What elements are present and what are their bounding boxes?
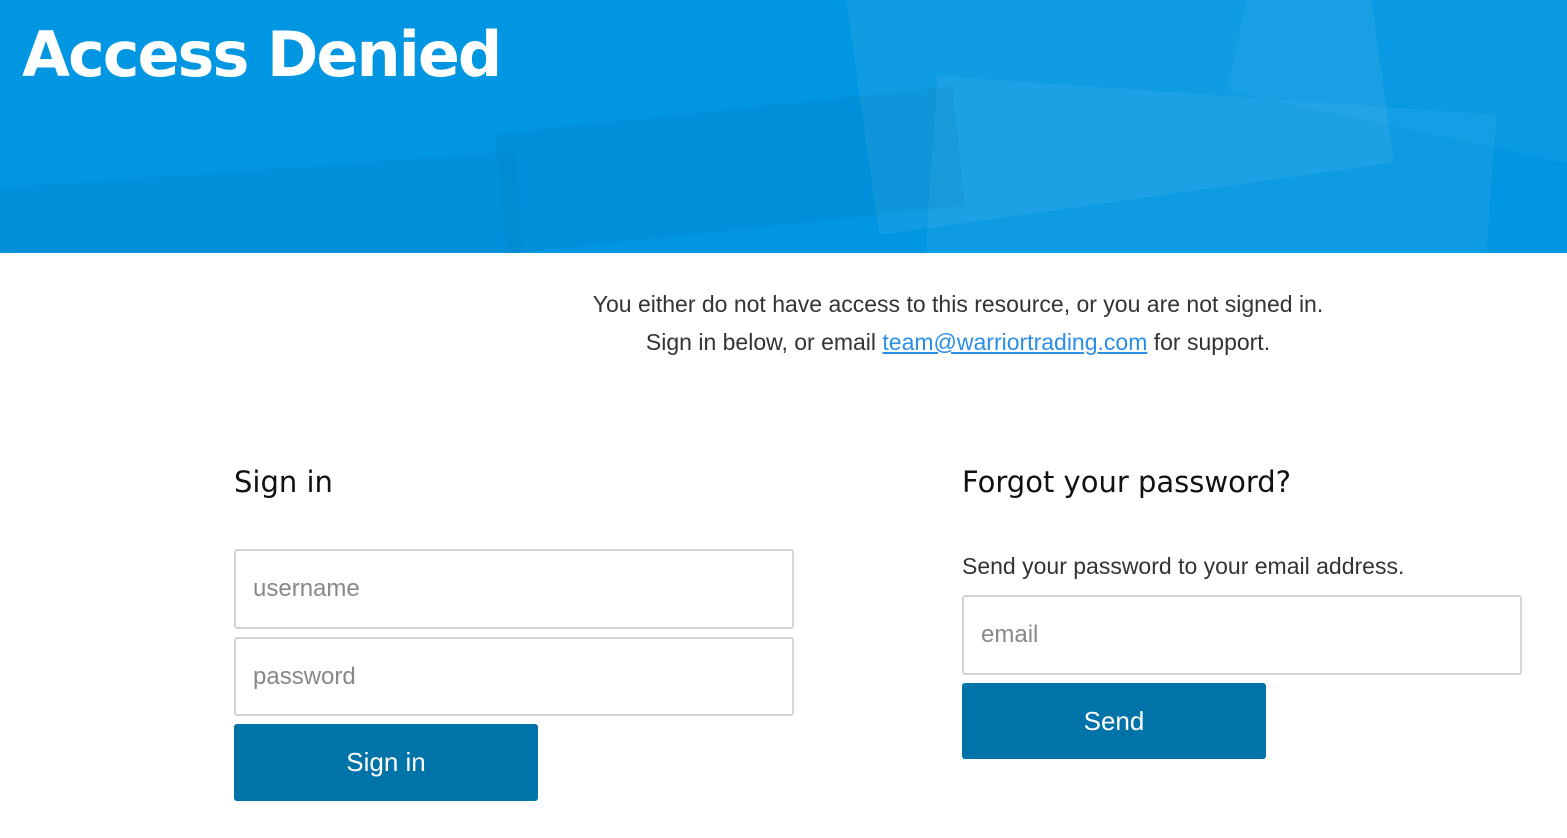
signin-button[interactable]: Sign in bbox=[234, 724, 538, 801]
password-input[interactable] bbox=[234, 637, 794, 716]
username-input[interactable] bbox=[234, 549, 794, 629]
email-input[interactable] bbox=[962, 595, 1522, 675]
page-title: Access Denied bbox=[22, 18, 502, 91]
support-email-link[interactable]: team@warriortrading.com bbox=[882, 329, 1147, 355]
signin-heading: Sign in bbox=[234, 465, 333, 499]
forgot-password-description: Send your password to your email address… bbox=[962, 553, 1405, 579]
notice-line-1: You either do not have access to this re… bbox=[592, 291, 1324, 317]
forgot-password-heading: Forgot your password? bbox=[962, 465, 1292, 499]
notice-line-2-prefix: Sign in below, or email bbox=[645, 329, 883, 355]
hero-banner: Access Denied bbox=[0, 0, 1567, 253]
hero-background-shape bbox=[0, 152, 524, 253]
send-button[interactable]: Send bbox=[962, 683, 1266, 759]
notice-line-2-suffix: for support. bbox=[1147, 329, 1271, 355]
access-notice: You either do not have access to this re… bbox=[458, 285, 1458, 361]
notice-line-2: Sign in below, or email team@warriortrad… bbox=[458, 323, 1458, 361]
